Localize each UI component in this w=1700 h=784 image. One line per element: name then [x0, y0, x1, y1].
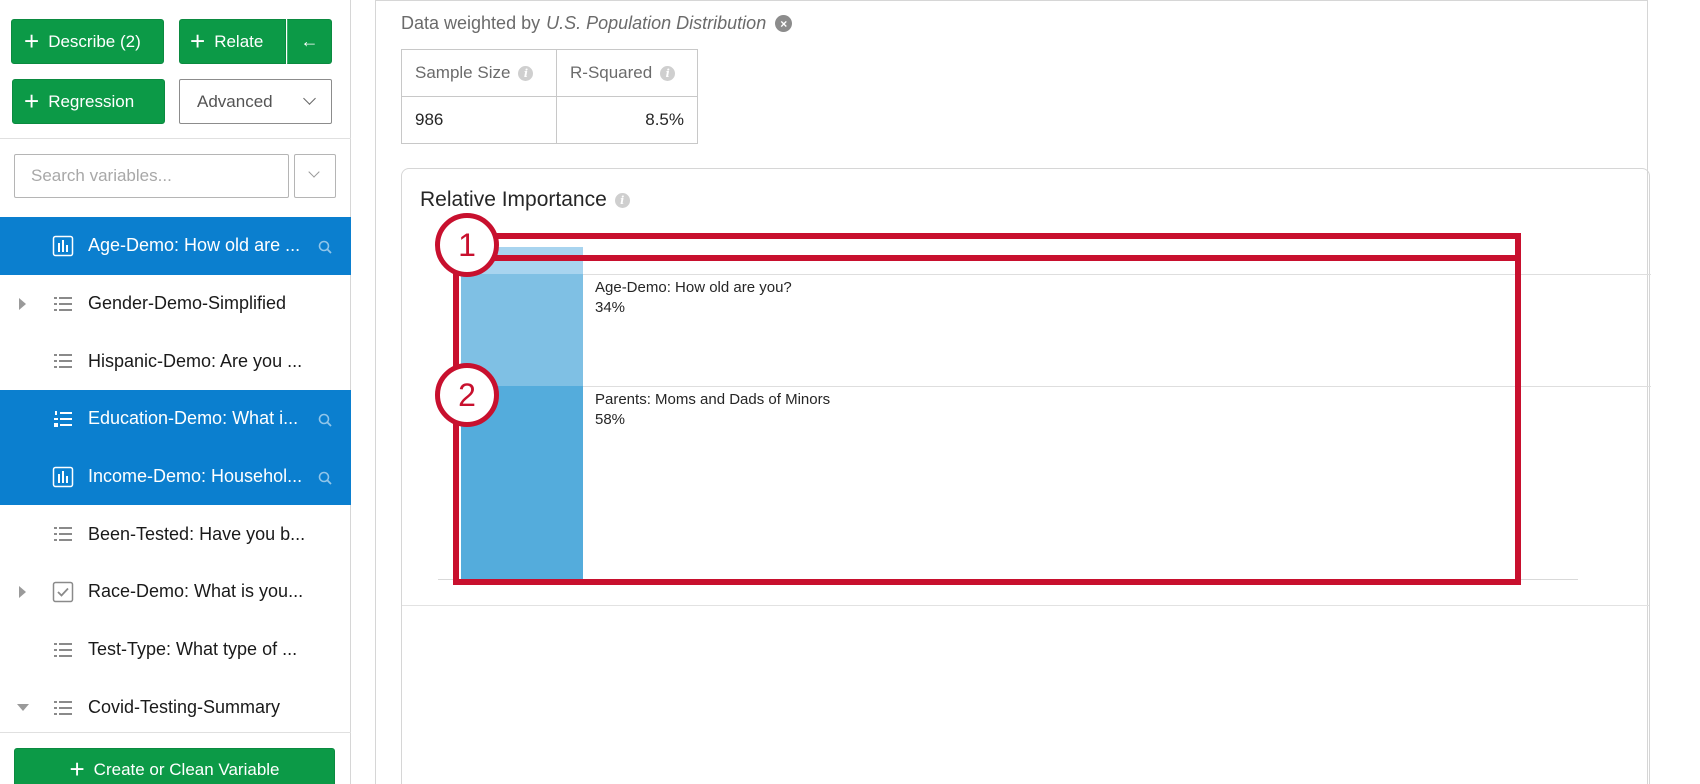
caret-down-icon[interactable] — [17, 703, 29, 711]
sidebar-variable-label: Covid-Testing-Summary — [88, 696, 281, 717]
callout-marker-1: 1 — [435, 213, 499, 277]
weighting-name: U.S. Population Distribution — [546, 13, 767, 33]
sidebar-variable-label: Test-Type: What type of ... — [88, 639, 298, 660]
bar-chart-icon — [52, 235, 74, 257]
ordered-list-icon — [52, 408, 74, 430]
table-row: Sample Size i R-Squared i — [401, 49, 698, 97]
caret-right-icon[interactable] — [19, 297, 26, 310]
sidebar-variable-label: Gender-Demo-Simplified — [88, 293, 287, 314]
create-variable-button[interactable]: + Create or Clean Variable — [14, 748, 335, 784]
sidebar-variable-item[interactable]: Test-Type: What type of ... — [0, 621, 351, 679]
chevron-down-icon — [308, 166, 320, 178]
main-content: Data weighted by U.S. Population Distrib… — [375, 0, 1651, 784]
sidebar-variable-item[interactable]: Race-Demo: What is you... — [0, 563, 351, 621]
sample-size-header: Sample Size i — [401, 49, 557, 97]
regression-label: Regression — [48, 91, 135, 111]
sample-size-value: 986 — [401, 96, 557, 144]
search-icon[interactable] — [318, 411, 332, 427]
sidebar-variable-label: Race-Demo: What is you... — [88, 581, 304, 602]
plus-icon: + — [69, 754, 85, 784]
describe-button[interactable]: + Describe (2) — [11, 19, 164, 64]
sidebar-variable-label: Age-Demo: How old are ... — [88, 235, 301, 256]
sidebar-variable-item[interactable]: Age-Demo: How old are ... — [0, 217, 351, 275]
relate-button[interactable]: + Relate — [179, 19, 286, 64]
advanced-dropdown[interactable]: Advanced — [179, 79, 332, 124]
r-squared-value: 8.5% — [556, 96, 698, 144]
remove-weighting-icon[interactable]: × — [775, 15, 793, 32]
list-icon — [52, 293, 74, 315]
sidebar-variable-item[interactable]: Gender-Demo-Simplified — [0, 275, 351, 333]
variable-list: Age-Demo: How old are ... Gender-Demo-Sim… — [0, 217, 351, 731]
sidebar-divider — [0, 138, 351, 139]
model-stats-table: Sample Size i R-Squared i 986 8.5% — [401, 49, 698, 144]
sidebar-variable-item[interactable]: Covid-Testing-Summary — [0, 679, 351, 732]
weighting-note: Data weighted by U.S. Population Distrib… — [401, 13, 793, 34]
checkbox-icon — [52, 581, 74, 603]
sidebar: + Describe (2) + Relate ← + Regression A… — [0, 0, 351, 784]
sidebar-divider — [0, 732, 351, 733]
regression-button[interactable]: + Regression — [12, 79, 165, 124]
sidebar-variable-item[interactable]: Education-Demo: What i... — [0, 390, 351, 448]
back-arrow-button[interactable]: ← — [287, 19, 332, 64]
plus-icon: + — [24, 25, 40, 56]
weighting-prefix: Data weighted by — [401, 13, 541, 33]
callout-marker-2: 2 — [435, 363, 499, 427]
caret-right-icon[interactable] — [19, 586, 26, 599]
plus-icon: + — [190, 25, 206, 56]
highlight-box-2 — [453, 255, 1521, 585]
r-squared-header: R-Squared i — [556, 49, 698, 97]
relative-importance-panel: Relative Importance i Age-Demo: How old … — [401, 168, 1651, 784]
list-icon — [52, 350, 74, 372]
search-input[interactable] — [14, 154, 289, 198]
info-icon[interactable]: i — [660, 66, 676, 81]
sidebar-variable-item[interactable]: Been-Tested: Have you b... — [0, 505, 351, 563]
arrow-left-icon: ← — [300, 31, 319, 51]
chevron-down-icon — [303, 92, 316, 105]
sidebar-variable-item[interactable]: Income-Demo: Househol... — [0, 447, 351, 506]
sidebar-variable-item[interactable]: Hispanic-Demo: Are you ... — [0, 332, 351, 390]
table-row: 986 8.5% — [401, 96, 698, 144]
bar-chart-icon — [52, 466, 74, 488]
sidebar-variable-label: Education-Demo: What i... — [88, 408, 299, 429]
search-icon[interactable] — [318, 238, 332, 254]
describe-label: Describe (2) — [48, 31, 141, 51]
search-filter-dropdown[interactable] — [294, 154, 336, 198]
list-icon — [52, 697, 74, 719]
sidebar-variable-label: Been-Tested: Have you b... — [88, 523, 306, 544]
list-icon — [52, 523, 74, 545]
plus-icon: + — [24, 85, 40, 116]
app-root: + Describe (2) + Relate ← + Regression A… — [0, 0, 1700, 784]
sidebar-variable-label: Hispanic-Demo: Are you ... — [88, 350, 303, 371]
search-icon[interactable] — [318, 469, 332, 485]
list-icon — [52, 639, 74, 661]
create-variable-label: Create or Clean Variable — [93, 760, 280, 779]
info-icon[interactable]: i — [518, 66, 534, 81]
advanced-label: Advanced — [197, 91, 273, 111]
relate-label: Relate — [214, 31, 264, 51]
panel-separator — [402, 605, 1649, 606]
sidebar-variable-label: Income-Demo: Househol... — [88, 466, 303, 487]
